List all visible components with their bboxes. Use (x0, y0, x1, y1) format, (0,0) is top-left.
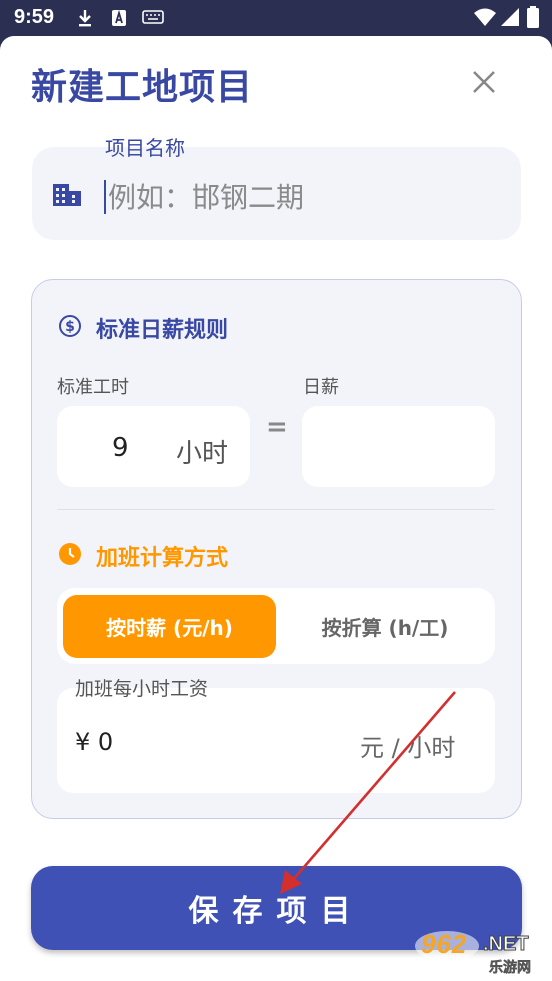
watermark-number: 962 (421, 929, 468, 959)
site-watermark: 962 .NET 乐游网 (413, 929, 549, 977)
dialog-title: 新建工地项目 (31, 67, 254, 108)
watermark-suffix: .NET (483, 933, 530, 956)
status-time: 9:59 (14, 6, 55, 28)
keyboard-icon (142, 10, 164, 24)
daily-wage-rule-title: 标准日薪规则 (96, 318, 229, 343)
battery-icon (527, 6, 539, 28)
project-name-label: 项目名称 (105, 136, 185, 160)
overtime-hourly-label: 加班每小时工资 (75, 678, 209, 700)
overtime-mode-converted[interactable]: 按折算 (h/工) (280, 595, 490, 658)
signal-icon (501, 8, 519, 26)
overtime-mode-hourly[interactable]: 按时薪 (元/h) (63, 595, 276, 658)
status-bar: 9:59 (0, 0, 552, 36)
a-badge-icon (112, 9, 126, 26)
standard-hours-value[interactable]: 9 (112, 433, 129, 463)
overtime-hourly-unit: 元 / 小时 (360, 734, 456, 762)
section-divider (57, 509, 495, 510)
svg-text:$: $ (65, 319, 75, 335)
watermark-subtitle: 乐游网 (489, 960, 532, 977)
daily-wage-label: 日薪 (303, 377, 339, 398)
daily-wage-field[interactable] (302, 406, 495, 487)
clock-icon (59, 543, 81, 565)
standard-hours-unit: 小时 (176, 439, 229, 469)
dollar-circle-icon: $ (59, 315, 81, 337)
building-icon (53, 184, 81, 206)
close-icon[interactable] (468, 66, 500, 98)
overtime-hourly-value[interactable]: ¥ 0 (75, 728, 113, 756)
overtime-title: 加班计算方式 (96, 546, 229, 571)
download-icon (79, 10, 91, 27)
project-name-input[interactable] (108, 176, 498, 218)
equals-sign: = (266, 412, 288, 442)
standard-hours-label: 标准工时 (57, 377, 129, 398)
new-project-dialog: 新建工地项目 项目名称 $ 标准日薪规则 标准工时 日薪 9 小时 = 加班计算… (0, 36, 552, 981)
text-cursor (104, 180, 106, 214)
wifi-icon (474, 8, 496, 26)
